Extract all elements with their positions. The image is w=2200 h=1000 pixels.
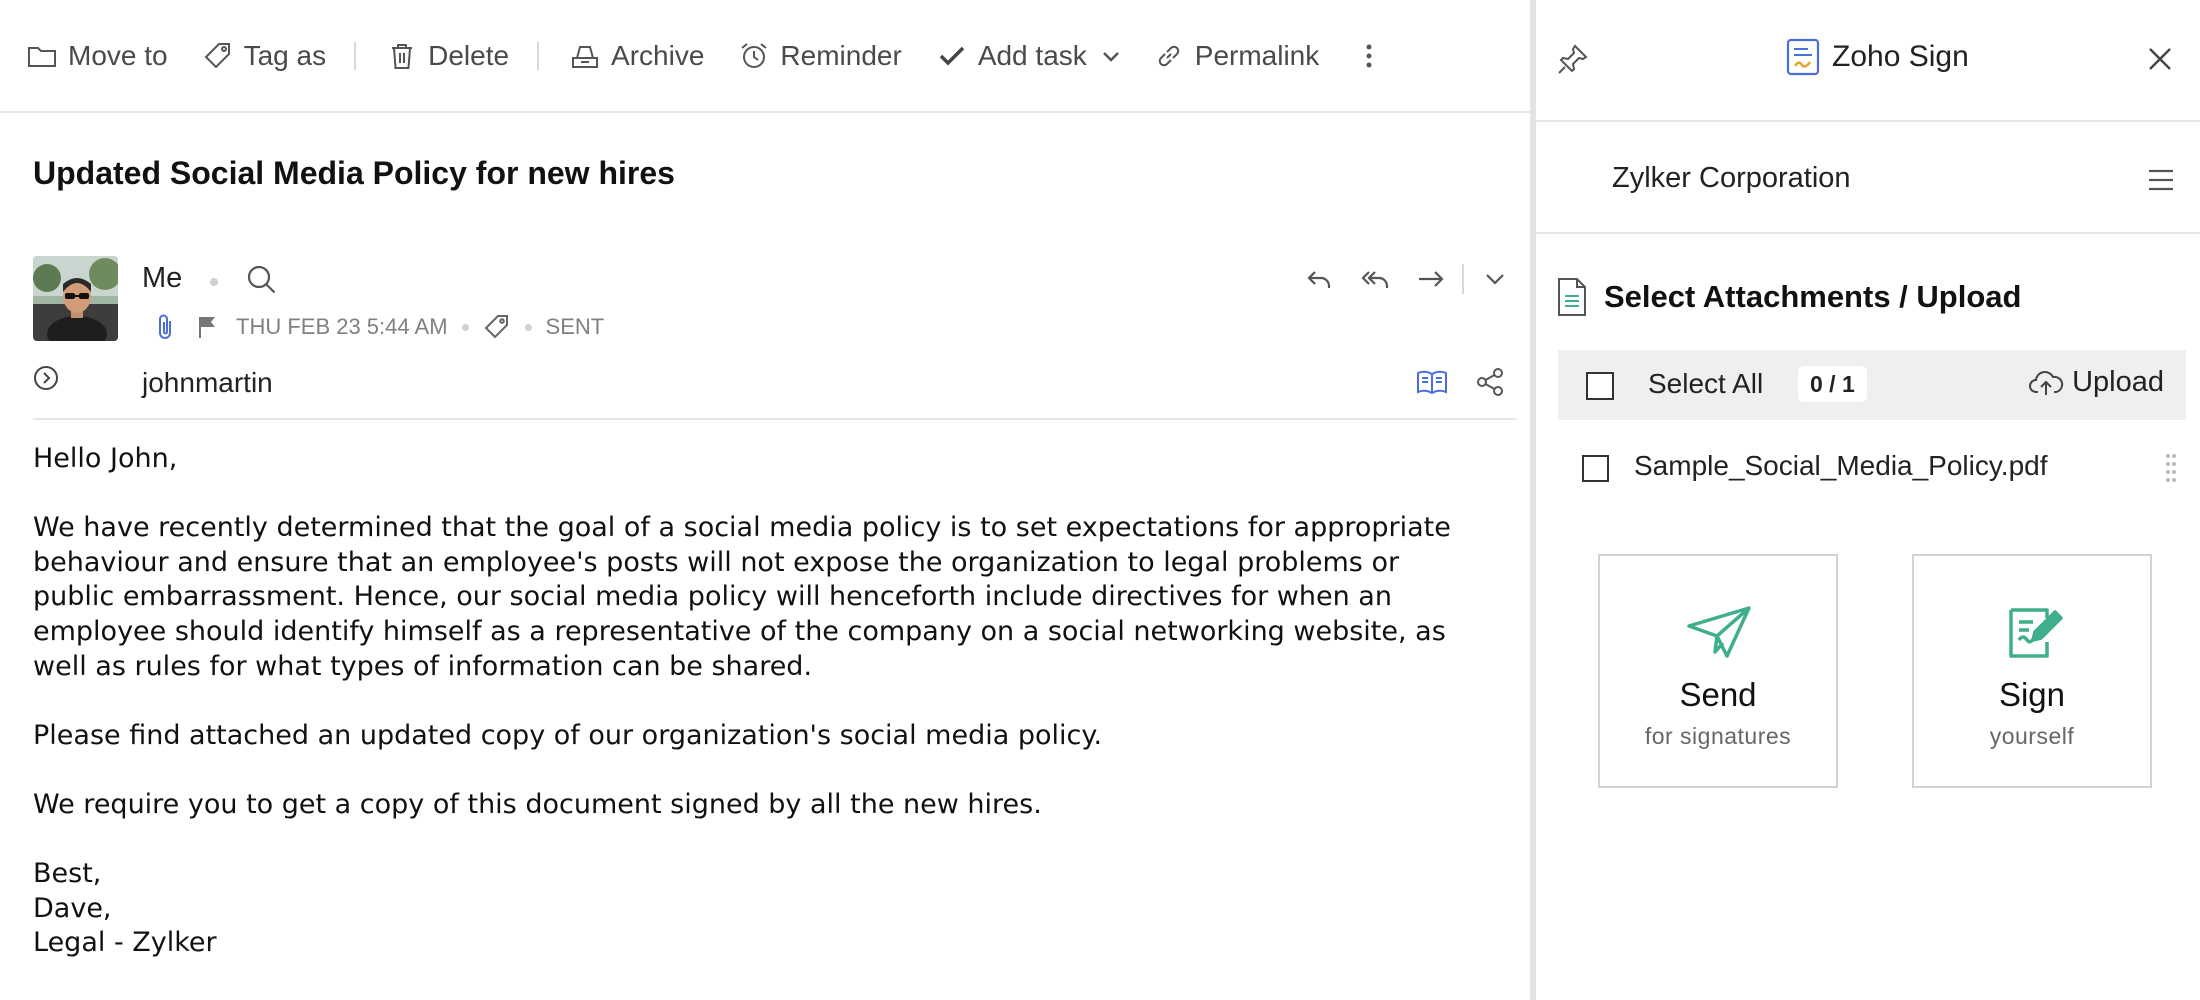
select-all-label[interactable]: Select All bbox=[1648, 368, 1763, 400]
recipient-name[interactable]: johnmartin bbox=[142, 367, 273, 399]
paperclip-icon[interactable] bbox=[152, 313, 180, 341]
sign-card-subtitle: yourself bbox=[1989, 723, 2075, 749]
selection-count-badge: 0 / 1 bbox=[1798, 366, 1867, 402]
upload-label: Upload bbox=[2072, 366, 2164, 398]
app-title: Zoho Sign bbox=[1832, 40, 1969, 73]
header-divider bbox=[33, 418, 1517, 420]
send-card-subtitle: for signatures bbox=[1644, 723, 1792, 749]
select-all-checkbox[interactable] bbox=[1586, 372, 1614, 400]
select-all-bar: Select All 0 / 1 Upload bbox=[1558, 350, 2186, 420]
search-icon[interactable] bbox=[244, 262, 278, 296]
attachment-checkbox[interactable] bbox=[1582, 455, 1609, 482]
org-row: Zylker Corporation bbox=[1536, 122, 2200, 234]
more-vertical-icon[interactable] bbox=[1353, 40, 1385, 72]
reply-icon[interactable] bbox=[1302, 262, 1336, 296]
body-line: well as rules for what types of informat… bbox=[33, 650, 813, 682]
email-paragraph: Please find attached an updated copy of … bbox=[33, 719, 1103, 751]
flag-icon[interactable] bbox=[194, 313, 222, 341]
tag-as-button[interactable]: Tag as bbox=[202, 39, 327, 72]
share-icon[interactable] bbox=[1474, 366, 1506, 398]
archive-button[interactable]: Archive bbox=[569, 40, 704, 72]
section-header: Select Attachments / Upload bbox=[1556, 276, 2021, 318]
reminder-label: Reminder bbox=[780, 39, 902, 71]
trash-icon bbox=[386, 40, 418, 72]
sign-card-title: Sign bbox=[1998, 676, 2066, 713]
email-status: SENT bbox=[545, 314, 605, 339]
move-to-button[interactable]: Move to bbox=[26, 40, 168, 72]
folder-icon bbox=[26, 40, 58, 72]
email-meta-row: THU FEB 23 5:44 AM SENT bbox=[152, 313, 604, 341]
tag-icon[interactable] bbox=[483, 313, 511, 341]
zoho-sign-panel: Zoho Sign Zylker Corporation Select Atta… bbox=[1536, 0, 2200, 1000]
forward-icon[interactable] bbox=[1414, 262, 1448, 296]
email-pane: Move to Tag as Delete Archive Reminder A… bbox=[0, 0, 1530, 1000]
signature-line: Legal - Zylker bbox=[33, 927, 217, 959]
archive-label: Archive bbox=[611, 39, 705, 71]
app-title-group: Zoho Sign bbox=[1786, 38, 1969, 76]
delete-button[interactable]: Delete bbox=[386, 40, 509, 72]
chevron-down-icon[interactable] bbox=[1478, 262, 1512, 296]
file-icon bbox=[1556, 276, 1588, 318]
upload-button[interactable]: Upload bbox=[2028, 366, 2164, 399]
add-task-label: Add task bbox=[977, 39, 1087, 71]
email-subject: Updated Social Media Policy for new hire… bbox=[33, 155, 675, 191]
email-toolbar: Move to Tag as Delete Archive Reminder A… bbox=[0, 0, 1530, 113]
body-line: behaviour and ensure that an employee's … bbox=[33, 546, 1400, 578]
separator-dot bbox=[210, 278, 218, 286]
drag-handle-icon[interactable] bbox=[2164, 452, 2178, 484]
pin-icon[interactable] bbox=[1556, 42, 1590, 76]
cloud-upload-icon bbox=[2028, 367, 2064, 399]
signature-line: Best, bbox=[33, 858, 102, 890]
email-signature: Best, Dave, Legal - Zylker bbox=[33, 857, 1523, 961]
avatar[interactable] bbox=[33, 256, 118, 341]
move-to-label: Move to bbox=[68, 39, 168, 71]
panel-header: Zoho Sign bbox=[1536, 0, 2200, 122]
email-greeting: Hello John, bbox=[33, 443, 178, 474]
close-icon[interactable] bbox=[2146, 45, 2174, 73]
org-name: Zylker Corporation bbox=[1612, 162, 1851, 194]
alarm-clock-icon bbox=[738, 40, 770, 72]
tag-as-label: Tag as bbox=[243, 39, 327, 71]
body-line: public embarrassment. Hence, our social … bbox=[33, 581, 1392, 613]
delete-label: Delete bbox=[428, 39, 510, 71]
sign-yourself-card[interactable]: Sign yourself bbox=[1912, 554, 2152, 788]
attachment-list-item[interactable]: Sample_Social_Media_Policy.pdf bbox=[1558, 440, 2186, 496]
section-title: Select Attachments / Upload bbox=[1604, 279, 2022, 314]
zoho-sign-logo-icon bbox=[1786, 38, 1820, 76]
toolbar-divider bbox=[537, 41, 540, 70]
send-for-signatures-card[interactable]: Send for signatures bbox=[1598, 554, 1838, 788]
reply-actions bbox=[1302, 262, 1512, 296]
reminder-button[interactable]: Reminder bbox=[738, 39, 902, 72]
body-line: We have recently determined that the goa… bbox=[33, 512, 1451, 544]
signature-line: Dave, bbox=[33, 892, 112, 924]
sender-name[interactable]: Me bbox=[142, 262, 182, 295]
email-paragraph: We have recently determined that the goa… bbox=[33, 511, 1523, 684]
tag-icon bbox=[202, 40, 234, 72]
add-task-button[interactable]: Add task bbox=[936, 40, 1087, 72]
reply-all-icon[interactable] bbox=[1358, 262, 1392, 296]
send-card-title: Send bbox=[1679, 676, 1757, 713]
body-line: employee should identify himself as a re… bbox=[33, 615, 1446, 647]
permalink-button[interactable]: Permalink bbox=[1153, 40, 1319, 72]
expand-circle-icon[interactable] bbox=[32, 364, 60, 392]
email-date: THU FEB 23 5:44 AM bbox=[236, 314, 448, 339]
toolbar-divider bbox=[354, 41, 357, 70]
chevron-down-icon[interactable] bbox=[1099, 44, 1123, 68]
permalink-label: Permalink bbox=[1194, 39, 1320, 71]
separator-dot bbox=[461, 323, 469, 331]
separator-dot bbox=[524, 323, 532, 331]
attachment-name: Sample_Social_Media_Policy.pdf bbox=[1634, 450, 2048, 481]
archive-icon bbox=[569, 40, 601, 72]
hamburger-menu-icon[interactable] bbox=[2146, 166, 2176, 194]
actions-divider bbox=[1462, 264, 1464, 294]
reader-icon[interactable] bbox=[1415, 367, 1449, 397]
checkmark-icon bbox=[936, 40, 968, 72]
link-icon bbox=[1153, 40, 1185, 72]
email-paragraph: We require you to get a copy of this doc… bbox=[33, 788, 1042, 820]
email-body: Hello John, We have recently determined … bbox=[33, 442, 1523, 961]
